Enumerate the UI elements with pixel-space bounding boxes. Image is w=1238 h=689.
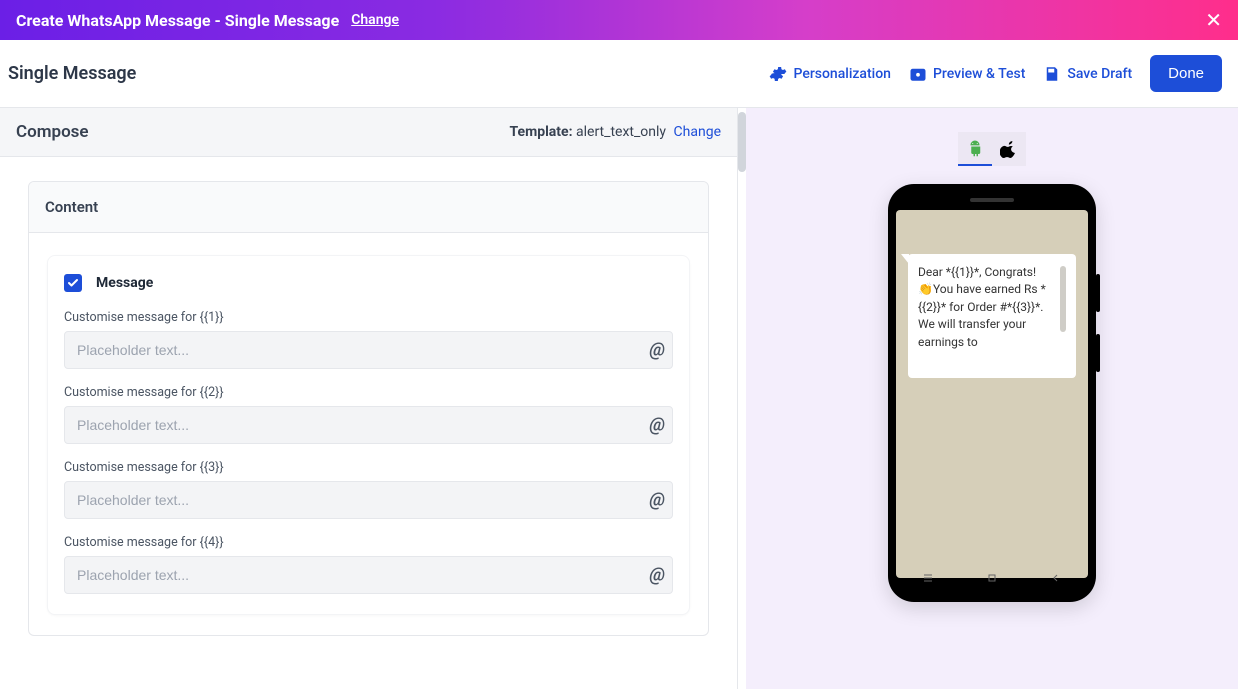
phone-mockup: Dear *{{1}}*, Congrats! 👏You have earned… <box>888 184 1096 602</box>
os-toggle <box>958 132 1026 166</box>
preview-test-label: Preview & Test <box>933 66 1025 82</box>
field-3-label: Customise message for {{3}} <box>64 460 673 475</box>
gear-icon <box>769 65 787 83</box>
personalization-label: Personalization <box>793 66 890 82</box>
content-card: Content Message Customise message for {{… <box>28 181 709 636</box>
android-icon <box>966 139 984 157</box>
nav-home-icon <box>987 573 997 583</box>
save-draft-label: Save Draft <box>1067 66 1132 82</box>
template-info: Template: alert_text_only Change <box>510 124 722 140</box>
bubble-scrollbar[interactable] <box>1060 266 1066 332</box>
done-button[interactable]: Done <box>1150 55 1222 92</box>
preview-message-text: Dear *{{1}}*, Congrats! 👏You have earned… <box>918 264 1060 368</box>
at-icon[interactable]: @ <box>649 415 665 436</box>
compose-pane: Compose Template: alert_text_only Change… <box>0 108 738 689</box>
field-1: Customise message for {{1}} @ <box>64 310 673 369</box>
field-1-label: Customise message for {{1}} <box>64 310 673 325</box>
personalization-link[interactable]: Personalization <box>769 65 890 83</box>
topbar-change-link[interactable]: Change <box>351 12 399 28</box>
page-main-title: Create WhatsApp Message - Single Message <box>16 11 339 30</box>
page-title: Single Message <box>8 63 136 84</box>
android-toggle[interactable] <box>958 132 992 166</box>
phone-side-button <box>1096 334 1100 372</box>
apple-toggle[interactable] <box>992 132 1026 166</box>
check-icon <box>67 277 79 289</box>
preview-test-link[interactable]: Preview & Test <box>909 65 1025 83</box>
nav-menu-icon <box>923 573 933 583</box>
top-bar: Create WhatsApp Message - Single Message… <box>0 0 1238 40</box>
phone-navbar <box>896 564 1088 592</box>
field-4: Customise message for {{4}} @ <box>64 535 673 594</box>
template-name: alert_text_only <box>576 124 666 140</box>
field-1-input[interactable] <box>64 331 673 369</box>
field-3: Customise message for {{3}} @ <box>64 460 673 519</box>
field-2-label: Customise message for {{2}} <box>64 385 673 400</box>
sub-header: Single Message Personalization Preview &… <box>0 40 1238 108</box>
at-icon[interactable]: @ <box>649 565 665 586</box>
save-icon <box>1043 65 1061 83</box>
at-icon[interactable]: @ <box>649 340 665 361</box>
close-icon[interactable]: ✕ <box>1205 10 1222 30</box>
header-actions: Personalization Preview & Test Save Draf… <box>769 55 1222 92</box>
content-card-title: Content <box>29 182 708 233</box>
phone-screen: Dear *{{1}}*, Congrats! 👏You have earned… <box>896 210 1088 578</box>
phone-side-button <box>1096 274 1100 312</box>
at-icon[interactable]: @ <box>649 490 665 511</box>
save-draft-link[interactable]: Save Draft <box>1043 65 1132 83</box>
field-2-input[interactable] <box>64 406 673 444</box>
pane-scrollbar[interactable] <box>738 112 746 172</box>
whatsapp-bubble: Dear *{{1}}*, Congrats! 👏You have earned… <box>908 254 1076 378</box>
apple-icon <box>1000 140 1018 158</box>
nav-back-icon <box>1051 573 1061 583</box>
compose-header: Compose Template: alert_text_only Change <box>0 108 737 157</box>
template-label: Template: <box>510 124 573 140</box>
field-3-input[interactable] <box>64 481 673 519</box>
message-checkbox[interactable] <box>64 274 82 292</box>
compose-label: Compose <box>16 122 89 142</box>
camera-icon <box>909 65 927 83</box>
message-title: Message <box>96 275 153 291</box>
field-4-input[interactable] <box>64 556 673 594</box>
field-4-label: Customise message for {{4}} <box>64 535 673 550</box>
message-card: Message Customise message for {{1}} @ Cu… <box>47 255 690 615</box>
preview-pane: Dear *{{1}}*, Congrats! 👏You have earned… <box>746 108 1238 689</box>
template-change-link[interactable]: Change <box>674 124 721 140</box>
main-area: Compose Template: alert_text_only Change… <box>0 108 1238 689</box>
field-2: Customise message for {{2}} @ <box>64 385 673 444</box>
